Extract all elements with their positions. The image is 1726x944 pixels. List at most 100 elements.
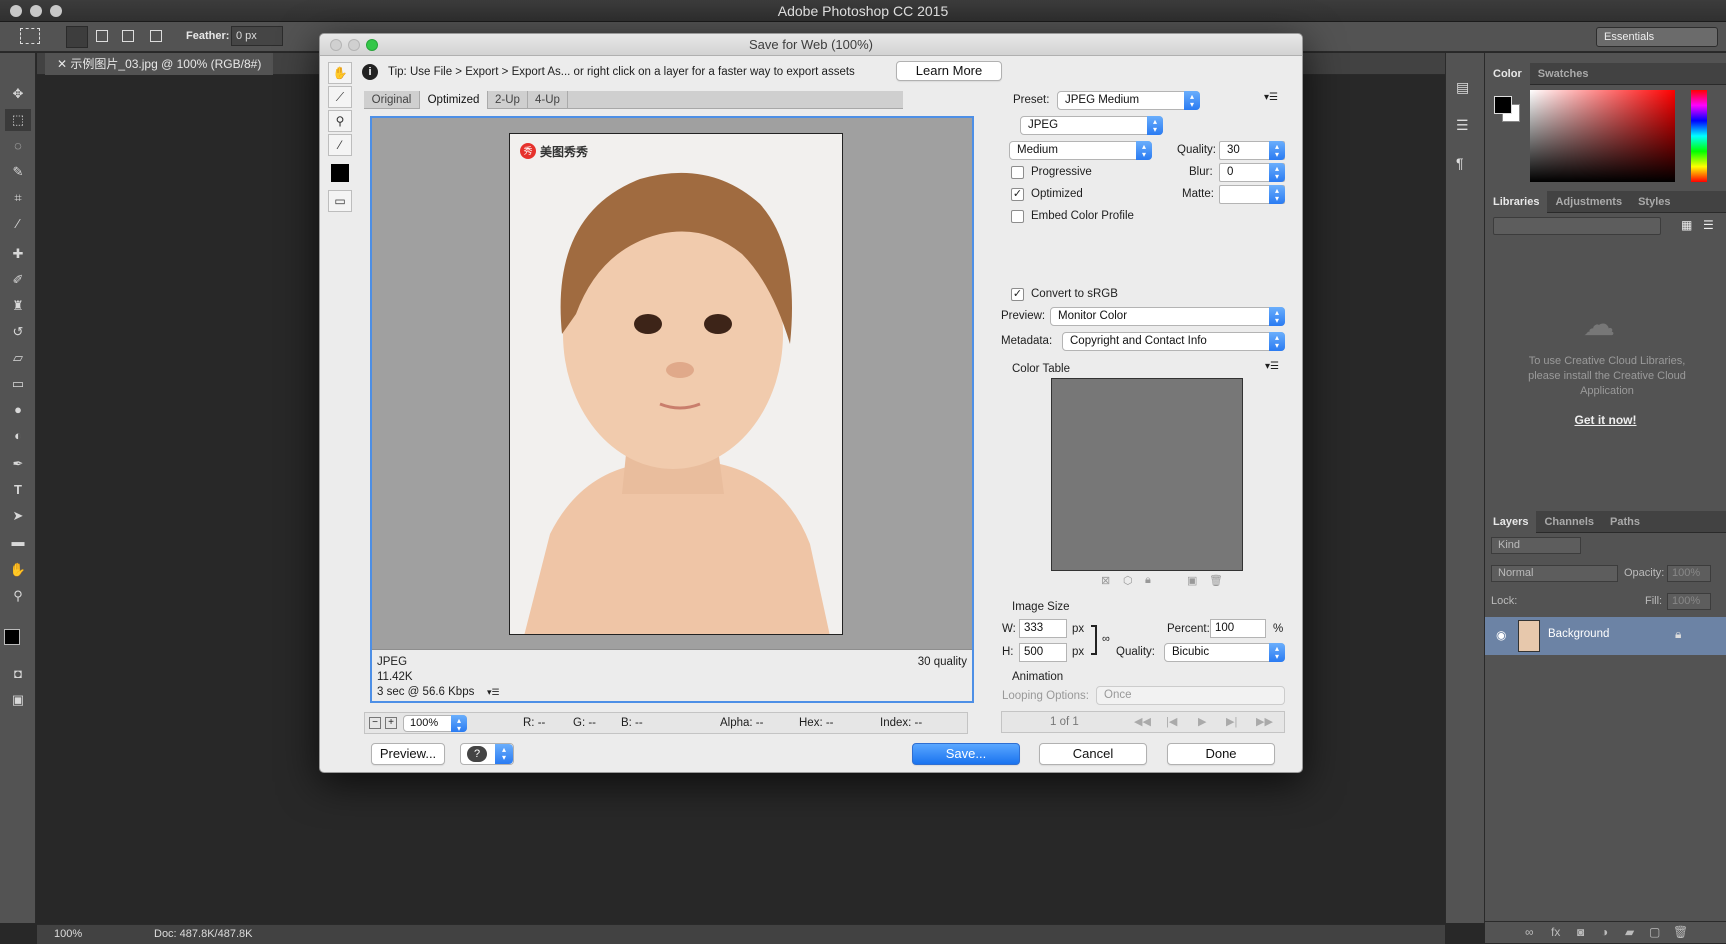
blend-mode-select[interactable]: Normal: [1491, 565, 1618, 582]
preview-pane[interactable]: 秀 美图秀秀 JPEG 11.42K 3 sec @ 56.6 Kbps ▾☰ …: [370, 116, 974, 703]
color-table-menu-icon[interactable]: ▾☰: [1265, 361, 1279, 372]
map-transparent-icon[interactable]: ⊠: [1101, 574, 1110, 587]
tab-paths[interactable]: Paths: [1602, 511, 1648, 533]
crop-tool-icon[interactable]: ⌗: [5, 187, 31, 209]
browser-select[interactable]: ? ▴ ▾: [460, 743, 514, 765]
tab-2up[interactable]: 2-Up: [488, 91, 528, 109]
tab-libraries[interactable]: Libraries: [1485, 191, 1548, 213]
delete-layer-icon[interactable]: 🗑︎: [1673, 925, 1688, 939]
eraser-tool-icon[interactable]: ▱: [5, 347, 31, 369]
properties-panel-icon[interactable]: ☰: [1456, 117, 1469, 134]
marquee-preset-icon[interactable]: [20, 28, 40, 44]
path-select-tool-icon[interactable]: ➤: [5, 505, 31, 527]
metadata-select[interactable]: Copyright and Contact Info ▴ ▾: [1062, 332, 1285, 351]
download-speed-menu-icon[interactable]: ▾☰: [487, 687, 500, 698]
last-frame-icon[interactable]: ▶▶: [1256, 715, 1273, 728]
layer-filter-kind[interactable]: Kind: [1491, 537, 1581, 554]
height-input[interactable]: 500: [1019, 643, 1067, 662]
preset-select[interactable]: JPEG Medium ▴ ▾: [1057, 91, 1200, 110]
convert-srgb-checkbox[interactable]: ✓: [1011, 288, 1024, 301]
save-button[interactable]: Save...: [912, 743, 1020, 765]
color-fg-swatch[interactable]: [1494, 96, 1512, 114]
add-selection-icon[interactable]: [96, 30, 108, 42]
new-group-icon[interactable]: ▰: [1625, 925, 1634, 939]
color-table-grid[interactable]: [1051, 378, 1243, 571]
tab-channels[interactable]: Channels: [1536, 511, 1602, 533]
link-layers-icon[interactable]: ∞: [1525, 925, 1534, 939]
workspace-switcher[interactable]: Essentials: [1596, 27, 1718, 47]
tab-styles[interactable]: Styles: [1630, 191, 1678, 213]
screen-mode-icon[interactable]: ▣: [5, 689, 31, 711]
grid-view-icon[interactable]: ▦: [1681, 218, 1692, 232]
tab-optimized[interactable]: Optimized: [420, 91, 488, 109]
stamp-tool-icon[interactable]: ♜: [5, 295, 31, 317]
tab-color[interactable]: Color: [1485, 63, 1530, 85]
subtract-selection-icon[interactable]: [122, 30, 134, 42]
resample-select[interactable]: Bicubic ▴ ▾: [1164, 643, 1285, 662]
done-button[interactable]: Done: [1167, 743, 1275, 765]
first-frame-icon[interactable]: ◀◀: [1134, 715, 1151, 728]
status-zoom[interactable]: 100%: [54, 928, 82, 940]
minimize-window-button[interactable]: [30, 5, 42, 17]
dialog-minimize-button[interactable]: [348, 39, 360, 51]
hand-tool-icon[interactable]: ✋: [5, 559, 31, 581]
progressive-checkbox[interactable]: [1011, 166, 1024, 179]
optimized-checkbox[interactable]: ✓: [1011, 188, 1024, 201]
embed-profile-checkbox[interactable]: [1011, 210, 1024, 223]
layer-style-icon[interactable]: fx: [1551, 925, 1560, 939]
link-proportions-icon[interactable]: ∞: [1102, 633, 1110, 645]
blur-input[interactable]: 0 ▴ ▾: [1219, 163, 1285, 182]
matte-select[interactable]: ▴ ▾: [1219, 185, 1285, 204]
dialog-zoom-button[interactable]: [366, 39, 378, 51]
looping-select[interactable]: Once: [1096, 686, 1285, 705]
quick-mask-icon[interactable]: ◘: [5, 663, 31, 685]
add-mask-icon[interactable]: ◙: [1577, 925, 1584, 939]
color-field[interactable]: [1530, 90, 1675, 182]
lock-color-icon[interactable]: 🔒︎: [1145, 574, 1151, 587]
shape-tool-icon[interactable]: ▬: [5, 531, 31, 553]
toggle-slices-icon[interactable]: ▭: [328, 190, 352, 212]
feather-input[interactable]: 0 px: [231, 26, 283, 46]
optimize-menu-icon[interactable]: ▾☰: [1264, 92, 1278, 103]
fill-input[interactable]: 100%: [1667, 593, 1711, 610]
eyedropper-tool-icon[interactable]: ⁄: [328, 134, 352, 156]
gradient-tool-icon[interactable]: ▭: [5, 373, 31, 395]
history-panel-icon[interactable]: ▤: [1456, 79, 1469, 96]
intersect-selection-icon[interactable]: [150, 30, 162, 42]
preview-in-browser-button[interactable]: Preview...: [371, 743, 445, 765]
document-tab[interactable]: ✕ 示例图片_03.jpg @ 100% (RGB/8#): [45, 53, 274, 75]
lasso-tool-icon[interactable]: ◌: [5, 135, 31, 157]
adjustment-layer-icon[interactable]: ◑: [1601, 925, 1608, 939]
next-frame-icon[interactable]: ▶|: [1226, 715, 1237, 728]
new-selection-icon[interactable]: [66, 26, 88, 48]
eyedropper-color-swatch[interactable]: [331, 164, 349, 182]
marquee-tool-icon[interactable]: ⬚: [5, 109, 31, 131]
tab-adjustments[interactable]: Adjustments: [1547, 191, 1630, 213]
tab-swatches[interactable]: Swatches: [1530, 63, 1597, 85]
history-brush-tool-icon[interactable]: ↺: [5, 321, 31, 343]
zoom-out-icon[interactable]: −: [369, 717, 381, 729]
cancel-button[interactable]: Cancel: [1039, 743, 1147, 765]
healing-brush-tool-icon[interactable]: ✚: [5, 243, 31, 265]
percent-input[interactable]: 100: [1210, 619, 1266, 638]
quality-level-select[interactable]: Medium ▴ ▾: [1009, 141, 1152, 160]
layer-row-background[interactable]: ◉ Background 🔒︎: [1485, 617, 1726, 655]
tab-4up[interactable]: 4-Up: [528, 91, 568, 109]
type-tool-icon[interactable]: T: [5, 479, 31, 501]
play-icon[interactable]: ▶: [1198, 715, 1206, 728]
zoom-window-button[interactable]: [50, 5, 62, 17]
list-view-icon[interactable]: ☰: [1703, 218, 1714, 232]
tab-layers[interactable]: Layers: [1485, 511, 1537, 533]
format-select[interactable]: JPEG ▴ ▾: [1020, 116, 1163, 135]
close-tab-icon[interactable]: ✕: [57, 57, 70, 71]
library-select[interactable]: [1493, 217, 1661, 235]
learn-more-button[interactable]: Learn More: [896, 61, 1002, 81]
brush-tool-icon[interactable]: ✐: [5, 269, 31, 291]
get-it-now-link[interactable]: Get it now!: [1485, 413, 1726, 427]
width-input[interactable]: 333: [1019, 619, 1067, 638]
hue-slider[interactable]: [1691, 90, 1707, 182]
character-panel-icon[interactable]: ¶: [1456, 155, 1464, 171]
blur-tool-icon[interactable]: ●: [5, 399, 31, 421]
dialog-close-button[interactable]: [330, 39, 342, 51]
move-tool-icon[interactable]: ✥: [5, 83, 31, 105]
